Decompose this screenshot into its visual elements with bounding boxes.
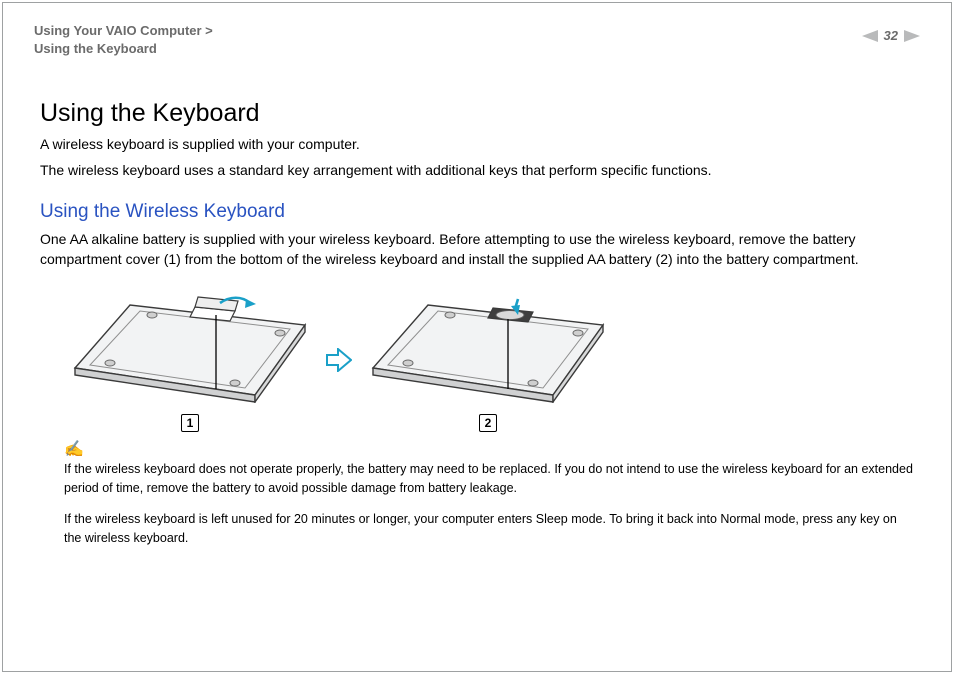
intro-paragraph-2: The wireless keyboard uses a standard ke… [40,160,914,180]
prev-page-icon[interactable] [862,30,878,42]
next-page-icon[interactable] [904,30,920,42]
breadcrumb-line2: Using the Keyboard [34,40,213,58]
page-number: 32 [884,28,898,43]
callout-1: 1 [181,414,199,432]
callout-2: 2 [479,414,497,432]
pager: 32 [862,22,920,43]
keyboard-bottom-illustration-2 [368,293,608,408]
note-icon: ✍ [64,442,914,458]
intro-paragraph-1: A wireless keyboard is supplied with you… [40,134,914,154]
breadcrumb-line1: Using Your VAIO Computer > [34,22,213,40]
page-title: Using the Keyboard [40,99,914,128]
note-2: If the wireless keyboard is left unused … [64,510,914,548]
keyboard-bottom-illustration-1 [70,293,310,408]
section-heading: Using the Wireless Keyboard [40,201,914,223]
step-arrow-icon [326,348,352,377]
note-1: If the wireless keyboard does not operat… [64,460,914,498]
section-body: One AA alkaline battery is supplied with… [40,229,914,270]
illustration-row: 1 [70,293,914,432]
breadcrumb: Using Your VAIO Computer > Using the Key… [34,22,213,57]
